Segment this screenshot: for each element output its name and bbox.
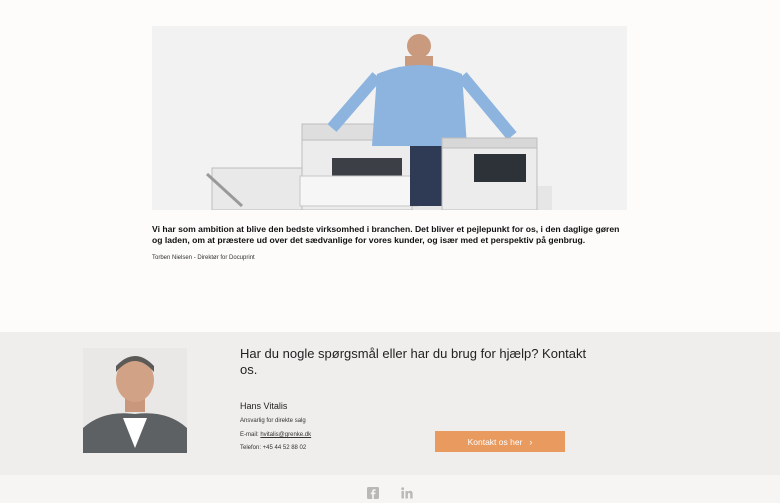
contact-phone: Telefon: +45 44 52 88 02 <box>240 445 307 451</box>
contact-person-photo <box>83 348 187 453</box>
hero-illustration <box>152 26 627 210</box>
testimonial-author: Torben Nielsen - Direktør for Docuprint <box>152 255 255 261</box>
contact-name: Hans Vitalis <box>240 401 288 411</box>
avatar <box>83 348 187 453</box>
contact-email-line: E-mail: hvitalis@grenke.dk <box>240 432 311 438</box>
testimonial-quote: Vi har som ambition at blive den bedste … <box>152 224 620 245</box>
footer <box>0 475 780 503</box>
contact-button[interactable]: Kontakt os her › <box>435 431 565 452</box>
facebook-icon[interactable] <box>367 487 379 499</box>
contact-email-link[interactable]: hvitalis@grenke.dk <box>260 432 311 438</box>
contact-role: Ansvarlig for direkte salg <box>240 418 306 424</box>
contact-heading: Har du nogle spørgsmål eller har du brug… <box>240 346 587 377</box>
hero-photo-printers <box>152 26 627 210</box>
linkedin-icon[interactable] <box>401 487 413 499</box>
contact-button-label: Kontakt os her <box>467 436 523 447</box>
chevron-right-icon: › <box>529 436 533 447</box>
contact-email-label: E-mail: <box>240 432 261 438</box>
